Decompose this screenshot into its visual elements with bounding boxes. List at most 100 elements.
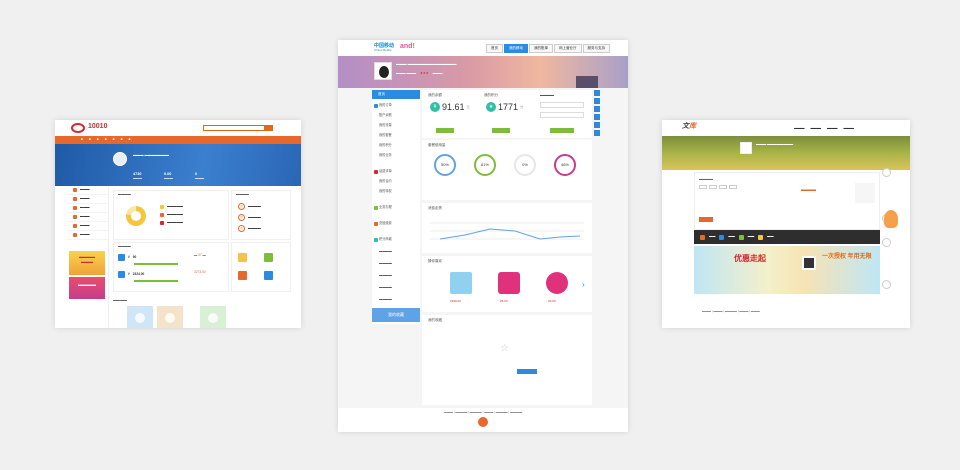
select-field[interactable] [540,112,584,118]
tag-button[interactable] [709,185,717,189]
nav-item[interactable]: 账户余额 [379,113,392,118]
unicom-header: 10010 [55,120,301,136]
action-button[interactable] [699,217,713,222]
account-card: 我的余额 ¥ 91.61 元 我的积分 ★ 1771 分 ▬▬▬▬ [422,90,592,138]
product-sms[interactable] [498,272,520,294]
promo-banner-yellow[interactable]: ▬▬▬▬ ▬▬▬ [69,251,105,275]
tag-button[interactable] [699,185,707,189]
rail-icon[interactable] [594,106,600,112]
user-name: ▬▬▬ ▬▬▬▬▬▬▬ [133,153,169,157]
mobile-screenshot: 中国移动 China Mobile and! 首页 我的移动 我的账单 网上营业厅… [338,40,628,432]
tab-online-hall[interactable]: 网上营业厅 [554,44,582,53]
select-field[interactable] [540,102,584,108]
nav-item[interactable]: 我的订单 [379,103,392,108]
product-phone[interactable] [450,272,472,294]
nav-item[interactable]: 我的积分 [379,143,392,148]
nav-item[interactable]: ▬▬▬ [827,126,838,130]
sidebar-item[interactable]: ▬▬▬ [67,195,108,204]
tile-blue[interactable] [127,306,153,328]
next-arrow-icon[interactable]: › [582,280,585,290]
balance-panel: ▬▬▬▬ ¥ 90 ¥ 2324.00 ▬ 37 ▬ 3273.00 [113,242,229,292]
sidebar-item[interactable]: ▬▬▬ [67,231,108,240]
data-icon [118,271,125,278]
points-title: 我的积分 [484,93,498,97]
search-input[interactable] [203,125,265,131]
stat-points: 4730 ▬▬▬ [133,172,142,180]
scroll-button[interactable] [882,168,891,177]
my-collection-button[interactable]: 我的收藏 [372,308,420,322]
avatar[interactable] [113,152,127,166]
nav-item[interactable]: ■ [121,137,123,142]
nav-item[interactable]: 积分商城 [379,237,392,242]
sidebar-item[interactable]: ▬▬▬ [67,213,108,222]
sidebar-item[interactable]: ▬▬▬ [67,222,108,231]
tab-support[interactable]: 服务与支持 [582,44,610,53]
nav-item[interactable]: 充值缴费 [379,221,392,226]
nav-item[interactable]: ■ [97,137,99,142]
nav-item[interactable]: 业务办理 [379,205,392,210]
nav-item[interactable]: ▬▬▬ [811,126,822,130]
service-icon[interactable]: ◎ [238,225,245,232]
nav-item[interactable]: ■ [89,137,91,142]
rail-icon[interactable] [594,98,600,104]
and-logo: and! [400,43,415,50]
nav-item[interactable]: ▬▬▬ [794,126,805,130]
promo-ad[interactable]: 优惠走起 一次授权 年用无限 [694,246,880,294]
scroll-button[interactable] [882,238,891,247]
app-strip: ▬▬ ▬▬ ▬▬ ▬▬ [694,230,880,244]
tile-orange[interactable] [157,306,183,328]
avatar[interactable] [740,142,752,154]
sidebar-item[interactable]: ▬▬▬ [67,186,108,195]
showcase-stage: 10010 ■ ■ ■ ■ ■ ■ ■ ▬▬▬ ▬▬▬▬▬▬▬ 4730 ▬▬▬ … [0,0,960,470]
nav-item[interactable]: ▬▬▬ [844,126,855,130]
quick-icon[interactable] [238,271,247,280]
recharge-button[interactable] [436,128,454,133]
tab-home[interactable]: 首页 [486,44,503,53]
portal-header: 文库 ▬▬▬ ▬▬▬ ▬▬▬ ▬▬▬ [662,120,910,136]
tab-bills[interactable]: 我的账单 [529,44,553,53]
quick-icon[interactable] [264,271,273,280]
service-icon[interactable]: ◎ [238,214,245,221]
scroll-button[interactable] [882,280,891,289]
avatar[interactable] [374,62,392,80]
browse-button[interactable] [517,369,537,374]
redeem-button[interactable] [492,128,510,133]
tag-button[interactable] [729,185,737,189]
tag-button[interactable] [719,185,727,189]
nav-item[interactable]: ■ [81,137,83,142]
product-flow[interactable] [546,272,568,294]
service-icon[interactable]: ◎ [238,203,245,210]
rail-icon[interactable] [594,90,600,96]
balance-icon: ¥ [430,102,440,113]
star-icon: ☆ [500,343,509,354]
sidebar-item[interactable]: ▬▬▬ [67,204,108,213]
tab-my-mobile[interactable]: 我的移动 [504,44,528,53]
rail-icon[interactable] [594,114,600,120]
profile-level: ▬▬▬ ▬▬▬ ★★★ ▬▬▬ [396,71,443,75]
trend-card: 消费走势 [422,203,592,253]
quick-icon[interactable] [238,253,247,262]
nav-home[interactable]: 首页 [372,90,420,99]
nav-item[interactable]: 我的特权 [379,189,392,194]
nav-item[interactable]: ■ [105,137,107,142]
tile-green[interactable] [200,306,226,328]
portal-footer: ▬▬▬ | ▬▬▬ | ▬▬▬▬ | ▬▬▬ | ▬▬▬ [702,309,760,313]
query-button[interactable] [550,128,574,133]
nav-item[interactable]: 我的业务 [379,153,392,158]
nav-item[interactable]: 我的流量 [379,123,392,128]
promo-banner-pink[interactable]: ▬▬▬▬ [69,277,105,299]
portal-nav: ▬▬▬ ▬▬▬ ▬▬▬ ▬▬▬ [794,126,854,130]
nav-item[interactable]: ■ [129,137,131,142]
nav-item[interactable]: 话费详单 [379,169,392,174]
nav-item[interactable]: 我的套餐 [379,133,392,138]
phone-icon [118,254,125,261]
rail-icon[interactable] [594,130,600,136]
quick-icon[interactable] [264,253,273,262]
nav-item[interactable]: 我的合约 [379,179,392,184]
search-button[interactable] [265,125,273,131]
profile-hero: ▬▬▬ ▬▬▬▬▬▬▬▬▬▬▬▬▬▬ ▬▬▬ ▬▬▬ ★★★ ▬▬▬ [338,56,628,88]
rail-icon[interactable] [594,122,600,128]
nav-item[interactable]: ■ [113,137,115,142]
recommend-card: 猜你喜欢 ¥499.00 ¥5.00 ¥0.00 › [422,256,592,312]
china-mobile-logo: 中国移动 China Mobile [374,43,395,52]
